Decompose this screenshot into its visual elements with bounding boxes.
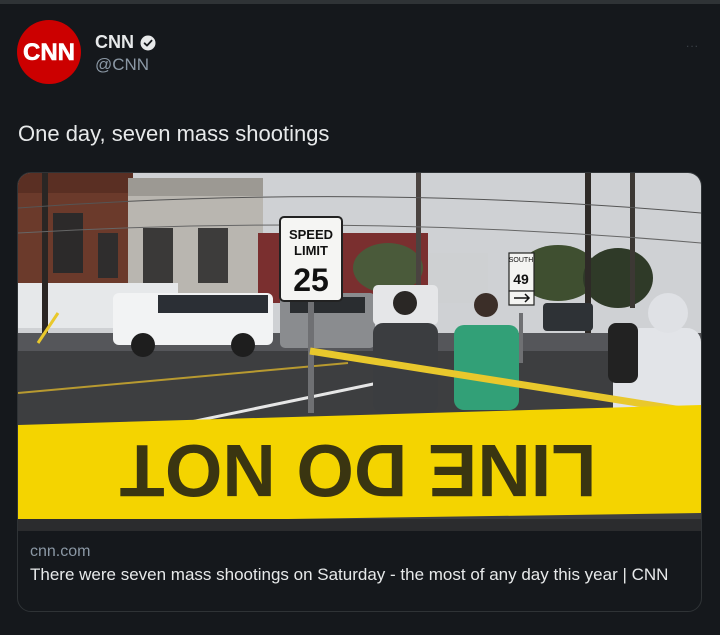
- svg-text:49: 49: [513, 271, 529, 287]
- card-title: There were seven mass shootings on Satur…: [30, 565, 669, 584]
- svg-text:LIMIT: LIMIT: [294, 243, 328, 258]
- cnn-logo-icon: CNN: [23, 39, 76, 67]
- top-divider: [0, 0, 720, 4]
- account-name-row[interactable]: CNN: [95, 32, 156, 53]
- verified-badge-icon: [140, 35, 156, 50]
- avatar[interactable]: CNN: [17, 20, 81, 84]
- tweet-text: One day, seven mass shootings: [18, 121, 330, 146]
- svg-text:CNN: CNN: [23, 39, 75, 66]
- link-card[interactable]: SPEED LIMIT 25 SOUTH 49 LINE DO NOT cnn.…: [17, 172, 702, 612]
- account-handle[interactable]: @CNN: [95, 55, 149, 75]
- svg-text:25: 25: [293, 262, 329, 298]
- account-name[interactable]: CNN: [95, 32, 134, 53]
- card-meta[interactable]: cnn.com There were seven mass shootings …: [18, 531, 701, 611]
- card-domain: cnn.com: [30, 543, 91, 560]
- svg-text:LINE DO NOT: LINE DO NOT: [120, 429, 597, 512]
- svg-text:SOUTH: SOUTH: [509, 257, 534, 264]
- svg-text:SPEED: SPEED: [289, 227, 333, 242]
- more-options-icon[interactable]: ...: [686, 36, 699, 50]
- card-image[interactable]: SPEED LIMIT 25 SOUTH 49 LINE DO NOT: [18, 173, 701, 531]
